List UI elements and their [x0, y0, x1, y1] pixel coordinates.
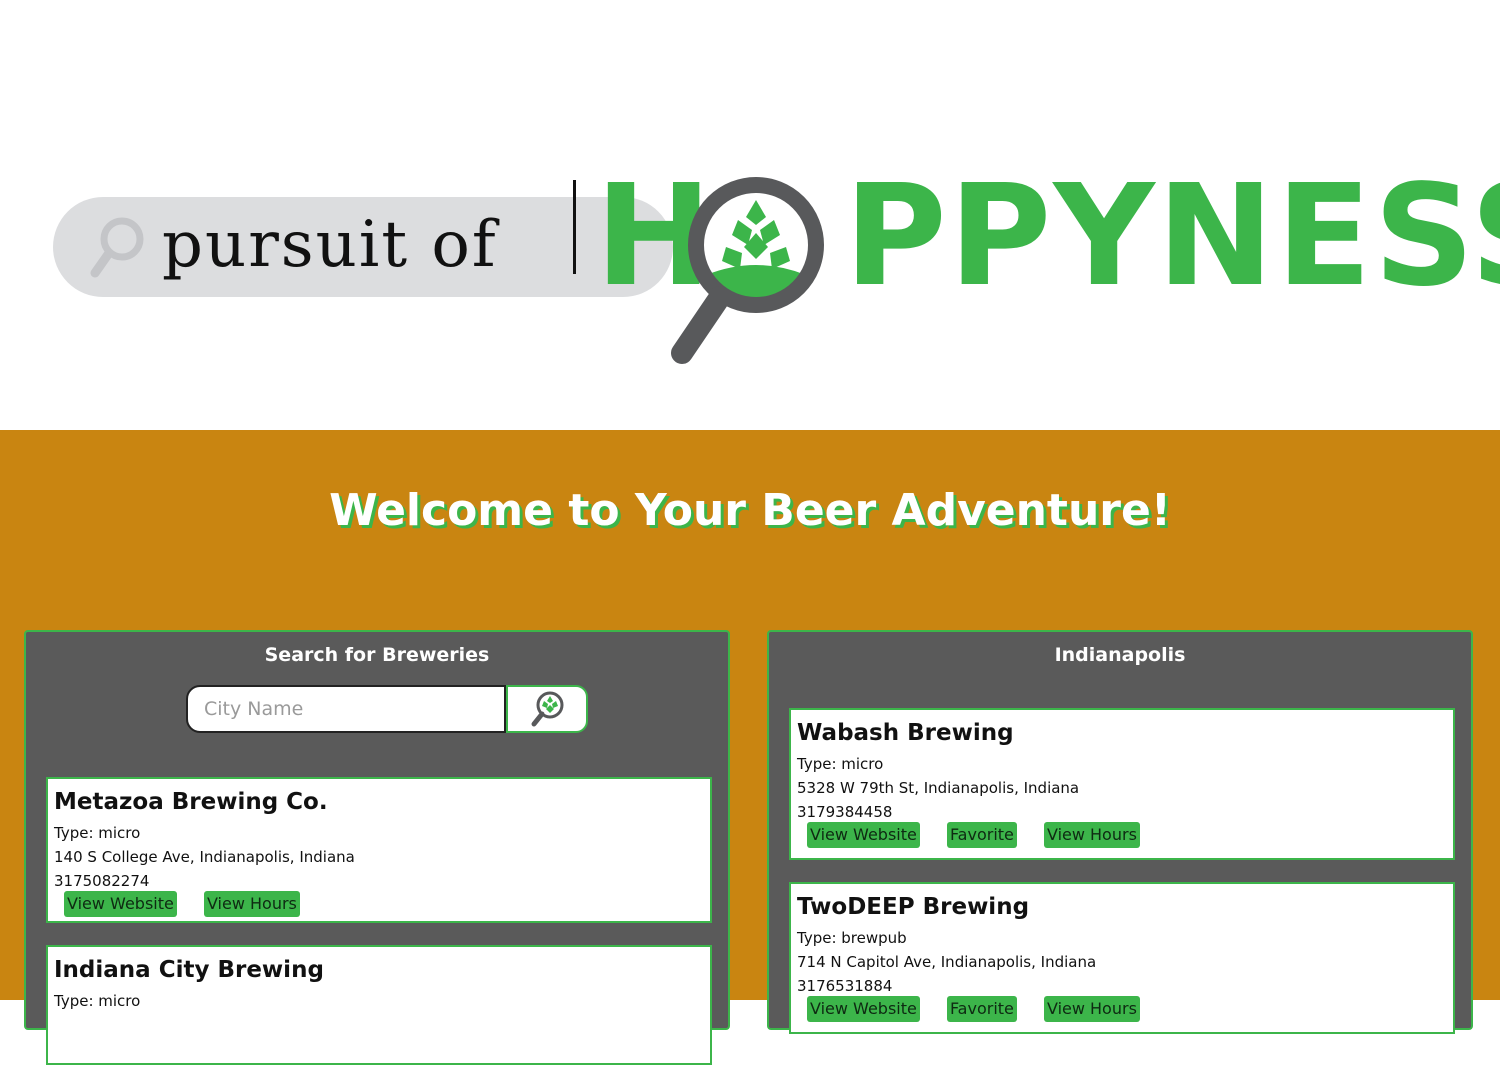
- brewery-card: Indiana City Brewing Type: micro: [46, 945, 712, 1065]
- view-hours-button[interactable]: View Hours: [1043, 822, 1140, 848]
- main-section: Welcome to Your Beer Adventure! Search f…: [0, 430, 1500, 1065]
- brewery-card: TwoDEEP Brewing Type: brewpub 714 N Capi…: [789, 882, 1455, 1034]
- hop-magnifier-icon: [671, 177, 824, 364]
- brewery-card: Metazoa Brewing Co. Type: micro 140 S Co…: [46, 777, 712, 923]
- brewery-type: Type: micro: [54, 824, 141, 842]
- hop-search-icon: [531, 691, 564, 727]
- logo-text-pursuit: pursuit of: [162, 208, 498, 282]
- brewery-name: Wabash Brewing: [797, 720, 1014, 746]
- view-website-button[interactable]: View Website: [64, 891, 177, 917]
- search-panel-title: Search for Breweries: [264, 644, 490, 666]
- brewery-type: Type: micro: [54, 992, 141, 1010]
- brewery-type: Type: micro: [797, 755, 884, 773]
- header: pursuit of HPPYNESS: [0, 0, 1500, 430]
- logo-text-cursor: [573, 180, 576, 274]
- brewery-name: TwoDEEP Brewing: [797, 894, 1030, 920]
- brewery-name: Metazoa Brewing Co.: [54, 789, 328, 815]
- favorite-button[interactable]: Favorite: [946, 822, 1017, 848]
- welcome-heading: Welcome to Your Beer Adventure!: [329, 485, 1171, 536]
- city-panel-title: Indianapolis: [1054, 644, 1186, 666]
- logo-letters-ppyness: PPYNESS: [844, 155, 1500, 318]
- site-logo[interactable]: pursuit of HPPYNESS: [50, 162, 1500, 370]
- view-hours-button[interactable]: View Hours: [203, 891, 300, 917]
- search-panel: Search for Breweries Metazoa Brewing Co.: [24, 630, 730, 1065]
- city-search-input[interactable]: [186, 685, 506, 733]
- brewery-name: Indiana City Brewing: [54, 957, 324, 983]
- brewery-address: 140 S College Ave, Indianapolis, Indiana: [54, 848, 355, 866]
- brewery-phone: 3176531884: [797, 977, 893, 995]
- brewery-address: 714 N Capitol Ave, Indianapolis, Indiana: [797, 953, 1097, 971]
- brewery-actions: View Website View Hours: [54, 891, 704, 921]
- brewery-actions: View Website Favorite View Hours: [797, 996, 1447, 1026]
- brewery-type: Type: brewpub: [797, 929, 907, 947]
- search-bar: [186, 685, 588, 733]
- brewery-phone: 3175082274: [54, 872, 150, 890]
- magnifier-icon: [90, 217, 144, 278]
- brewery-card: Wabash Brewing Type: micro 5328 W 79th S…: [789, 708, 1455, 860]
- search-button[interactable]: [506, 685, 588, 733]
- brewery-address: 5328 W 79th St, Indianapolis, Indiana: [797, 779, 1080, 797]
- brewery-actions: View Website Favorite View Hours: [797, 822, 1447, 852]
- brewery-phone: 3179384458: [797, 803, 893, 821]
- view-website-button[interactable]: View Website: [807, 822, 920, 848]
- city-results-panel: Indianapolis Wabash Brewing Type: micro …: [767, 630, 1473, 1034]
